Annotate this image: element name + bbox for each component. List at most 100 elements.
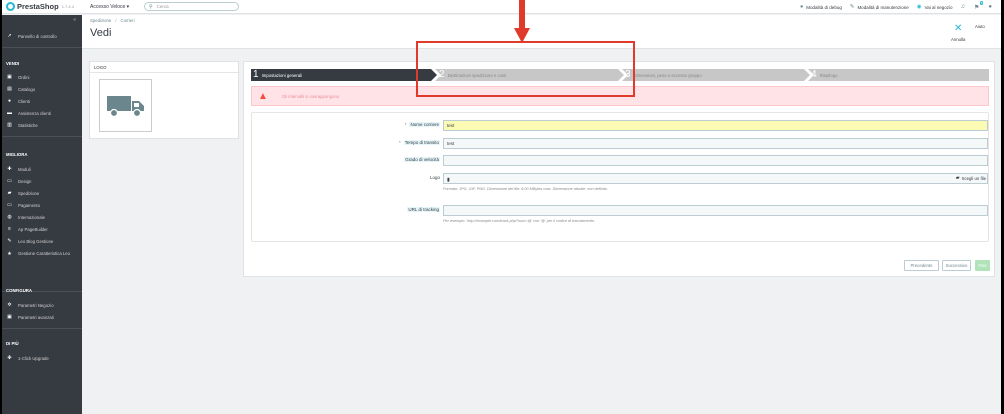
carrier-name-input[interactable]: test xyxy=(443,120,988,131)
upgrade-icon: ✤ xyxy=(7,355,12,361)
help-button[interactable]: ? Aiuto xyxy=(975,24,985,29)
page-title: Vedi xyxy=(90,27,112,39)
maintenance-mode-label: Modalità di manutenzione xyxy=(857,4,909,10)
sidebar-item-label: Leo Blog Gestione xyxy=(18,238,54,244)
puzzle-icon: ✚ xyxy=(7,166,12,172)
quick-access-dropdown[interactable]: Accesso Veloce ▾ xyxy=(90,4,142,10)
notifications-bell-icon[interactable]: ♫ xyxy=(960,4,965,10)
file-icon: ▮ xyxy=(447,177,450,183)
gear-icon: ✲ xyxy=(7,302,12,308)
carrier-logo-preview xyxy=(99,79,152,132)
carrier-form: * Nome corriere test * Tempo di transito t… xyxy=(251,112,989,242)
wrench-icon: ✎ xyxy=(849,4,855,10)
step-number: 1 xyxy=(253,69,259,80)
sidebar-item-catalog[interactable]: ▤ Catalogo xyxy=(6,86,80,92)
speed-grade-label: Grado di velocità xyxy=(404,157,440,162)
sidebar-divider xyxy=(2,136,82,137)
sidebar-heading-more: DI PIÙ xyxy=(6,341,19,346)
collapse-sidebar-icon[interactable]: « xyxy=(73,17,76,23)
sidebar-item-design[interactable]: ▭ Design xyxy=(6,178,80,184)
logo-file-input[interactable]: ▮ ▰ Scegli un file xyxy=(443,173,988,184)
eye-icon: ◉ xyxy=(916,4,922,10)
credit-card-icon: ▭ xyxy=(7,202,12,208)
maintenance-mode-link[interactable]: ✎ Modalità di manutenzione xyxy=(850,4,909,10)
next-button[interactable]: Successivo xyxy=(942,260,971,271)
search-input[interactable]: ⚲ Cerca xyxy=(144,2,239,11)
sidebar-item-label: Assistenza clienti xyxy=(18,110,51,116)
sidebar-item-orders[interactable]: ▣ Ordini xyxy=(6,74,80,80)
sidebar-item-modules[interactable]: ✚ Moduli xyxy=(6,166,80,172)
star-icon: ★ xyxy=(7,251,12,257)
tracking-url-label: URL di tracking xyxy=(407,207,440,212)
sidebar-item-stats[interactable]: ▥ Statistiche xyxy=(6,122,80,128)
close-icon: ✕ xyxy=(953,23,963,34)
sidebar-item-dashboard[interactable]: ↗ Pannello di controllo xyxy=(6,33,80,39)
sidebar-item-label: Internazionale xyxy=(18,214,45,220)
transit-time-label: * Tempo di transito xyxy=(398,140,440,145)
sidebar-item-shipping[interactable]: ▰ Spedizione xyxy=(6,190,80,196)
sidebar-item-label: 1-Click Upgrade xyxy=(18,355,49,361)
breadcrumb: Spedizione / Corrieri xyxy=(90,18,135,23)
transit-time-input[interactable]: test xyxy=(443,138,988,149)
debug-mode-link[interactable]: ● Modalità di debug xyxy=(800,4,842,10)
sidebar-divider xyxy=(2,328,82,329)
cancel-button[interactable]: ✕ Annulla xyxy=(951,23,965,43)
sidebar-item-label: Clienti xyxy=(18,98,30,104)
carrier-logo-panel: LOGO xyxy=(89,61,240,139)
sidebar: « ↗ Pannello di controllo VENDI ▣ Ordini… xyxy=(2,15,82,414)
breadcrumb-shipping[interactable]: Spedizione xyxy=(90,18,111,23)
sidebar-item-pagebuilder[interactable]: ≡ Ap PageBuilder xyxy=(6,226,80,232)
sidebar-item-customers[interactable]: ● Clienti xyxy=(6,98,80,104)
monitor-icon: ▭ xyxy=(7,178,12,184)
settings-box-icon: ▣ xyxy=(7,314,12,320)
sidebar-item-advanced-params[interactable]: ▣ Parametri avanzati xyxy=(6,314,80,320)
step-label: Impostazioni generali xyxy=(261,72,303,78)
warning-icon: ▲ xyxy=(258,90,268,102)
debug-mode-label: Modalità di debug xyxy=(806,4,842,10)
view-shop-link[interactable]: ◉ Vai al negozio xyxy=(917,4,953,10)
brand-logo[interactable]: PrestaShop 1.7.4.4 xyxy=(6,2,86,11)
sidebar-item-label: Moduli xyxy=(18,166,31,172)
user-icon: ● xyxy=(7,98,12,104)
wizard-step-summary[interactable]: 4 Riepilogo xyxy=(809,69,837,81)
tracking-url-row: URL di tracking xyxy=(252,205,990,216)
breadcrumb-carriers[interactable]: Corrieri xyxy=(120,18,134,23)
inbox-icon: ▣ xyxy=(7,74,12,80)
sidebar-heading-configure: CONFIGURA xyxy=(6,288,33,293)
top-right-tools: ● Modalità di debug ✎ Modalità di manute… xyxy=(800,0,1001,14)
list-icon: ≡ xyxy=(8,226,11,232)
finish-button[interactable]: Fine xyxy=(975,260,990,271)
cart-badge: 5 xyxy=(979,0,984,5)
sidebar-item-label: Statistiche xyxy=(18,122,38,128)
cart-icon[interactable]: ⚑ 5 xyxy=(974,0,984,11)
previous-button[interactable]: Precedente xyxy=(904,260,939,271)
choose-file-button[interactable]: ▰ Scegli un file xyxy=(956,175,986,182)
sidebar-item-upgrade[interactable]: ✤ 1-Click Upgrade xyxy=(6,355,80,361)
sidebar-item-label: Ordini xyxy=(18,74,30,80)
sidebar-divider xyxy=(2,47,82,48)
logo-help-text: Formato: JPG, GIF, PNG. Dimensione del f… xyxy=(443,187,608,191)
step-label: Riepilogo xyxy=(819,72,838,78)
search-icon: ⚲ xyxy=(149,3,153,10)
speed-grade-input[interactable] xyxy=(443,155,988,166)
annotation-arrow-icon xyxy=(514,0,530,43)
sidebar-heading-sell: VENDI xyxy=(6,61,20,66)
wizard-step-general[interactable]: 1 Impostazioni generali xyxy=(251,69,302,81)
sidebar-item-payment[interactable]: ▭ Pagamento xyxy=(6,202,80,208)
step-label: Dimensioni, peso e accesso gruppo xyxy=(633,72,702,78)
screenshot-frame: PrestaShop 1.7.4.4 Accesso Veloce ▾ ⚲ Ce… xyxy=(0,0,1004,414)
prestashop-logo-icon xyxy=(6,2,15,11)
tracking-url-input[interactable] xyxy=(443,205,988,216)
sidebar-item-label: Catalogo xyxy=(18,86,36,92)
sidebar-item-leo-features[interactable]: ★ Gestione Caratteristica Leo xyxy=(6,251,80,257)
user-avatar-icon[interactable]: ● xyxy=(988,4,992,10)
globe-icon: ◍ xyxy=(7,214,12,220)
sidebar-item-label: Pannello di controllo xyxy=(18,33,57,39)
transit-time-row: * Tempo di transito test xyxy=(252,138,990,149)
truck-icon: ▰ xyxy=(7,190,12,196)
logo-row: Logo ▮ ▰ Scegli un file xyxy=(252,173,990,184)
sidebar-item-customer-service[interactable]: ▬ Assistenza clienti xyxy=(6,110,80,116)
sidebar-item-leo-blog[interactable]: ✎ Leo Blog Gestione xyxy=(6,238,80,244)
sidebar-item-international[interactable]: ◍ Internazionale xyxy=(6,214,80,220)
sidebar-item-shop-params[interactable]: ✲ Parametri Negozio xyxy=(6,302,80,308)
